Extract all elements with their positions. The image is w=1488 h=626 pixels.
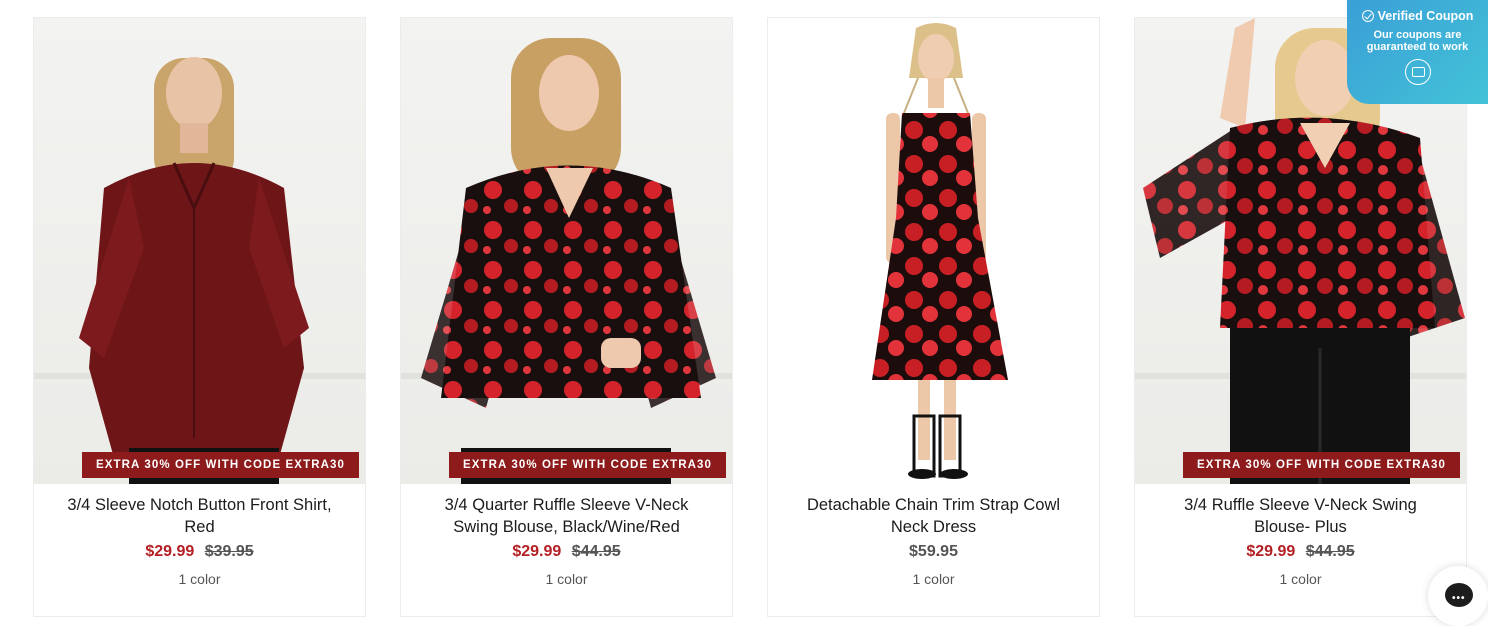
- product-image[interactable]: [768, 18, 1099, 484]
- coupon-header: Verified Coupon: [1347, 9, 1488, 23]
- product-title[interactable]: Detachable Chain Trim Strap Cowl Neck Dr…: [768, 494, 1099, 538]
- original-price: $44.95: [571, 543, 621, 560]
- model-figure: [79, 57, 309, 484]
- price-row: $29.99 $39.95: [34, 541, 365, 563]
- product-title[interactable]: 3/4 Ruffle Sleeve V-Neck Swing Blouse- P…: [1135, 494, 1466, 538]
- product-info: 3/4 Ruffle Sleeve V-Neck Swing Blouse- P…: [1135, 494, 1466, 587]
- color-count[interactable]: 1 color: [768, 571, 1099, 587]
- coupon-chip-icon[interactable]: [1404, 59, 1431, 85]
- sale-price: $29.99: [145, 543, 195, 560]
- coupon-subtitle: Our coupons are guaranteed to work: [1366, 29, 1469, 53]
- color-count[interactable]: 1 color: [1135, 571, 1466, 587]
- product-card[interactable]: EXTRA 30% OFF WITH CODE EXTRA30 3/4 Ruff…: [1134, 17, 1467, 617]
- product-image[interactable]: EXTRA 30% OFF WITH CODE EXTRA30: [401, 18, 732, 484]
- product-card[interactable]: Detachable Chain Trim Strap Cowl Neck Dr…: [767, 17, 1100, 617]
- product-title[interactable]: 3/4 Quarter Ruffle Sleeve V-Neck Swing B…: [401, 494, 732, 538]
- promo-badge: EXTRA 30% OFF WITH CODE EXTRA30: [81, 452, 359, 478]
- model-figure: [872, 23, 1008, 479]
- product-info: 3/4 Sleeve Notch Button Front Shirt, Red…: [34, 494, 365, 587]
- product-image[interactable]: EXTRA 30% OFF WITH CODE EXTRA30: [34, 18, 365, 484]
- product-info: 3/4 Quarter Ruffle Sleeve V-Neck Swing B…: [401, 494, 732, 587]
- color-count[interactable]: 1 color: [401, 571, 732, 587]
- coupon-title: Verified Coupon: [1377, 9, 1474, 23]
- price-row: $59.95: [768, 541, 1099, 563]
- chat-dots: •••: [1452, 593, 1466, 604]
- check-circle-icon: [1361, 10, 1374, 22]
- sale-price: $29.99: [512, 543, 562, 560]
- price-row: $29.99 $44.95: [401, 541, 732, 563]
- product-title[interactable]: 3/4 Sleeve Notch Button Front Shirt, Red: [34, 494, 365, 538]
- product-grid: EXTRA 30% OFF WITH CODE EXTRA30 3/4 Slee…: [0, 0, 1488, 617]
- sale-price: $29.99: [1246, 543, 1296, 560]
- price-row: $29.99 $44.95: [1135, 541, 1466, 563]
- product-card[interactable]: EXTRA 30% OFF WITH CODE EXTRA30 3/4 Quar…: [400, 17, 733, 617]
- color-count[interactable]: 1 color: [34, 571, 365, 587]
- chat-button[interactable]: •••: [1428, 566, 1488, 626]
- product-info: Detachable Chain Trim Strap Cowl Neck Dr…: [768, 494, 1099, 587]
- promo-badge: EXTRA 30% OFF WITH CODE EXTRA30: [448, 452, 726, 478]
- product-card[interactable]: EXTRA 30% OFF WITH CODE EXTRA30 3/4 Slee…: [33, 17, 366, 617]
- original-price: $44.95: [1305, 543, 1355, 560]
- promo-badge: EXTRA 30% OFF WITH CODE EXTRA30: [1182, 452, 1460, 478]
- original-price: $39.95: [204, 543, 254, 560]
- model-figure: [421, 38, 716, 484]
- regular-price: $59.95: [909, 543, 958, 560]
- verified-coupon-widget[interactable]: Verified Coupon Our coupons are guarante…: [1347, 0, 1488, 104]
